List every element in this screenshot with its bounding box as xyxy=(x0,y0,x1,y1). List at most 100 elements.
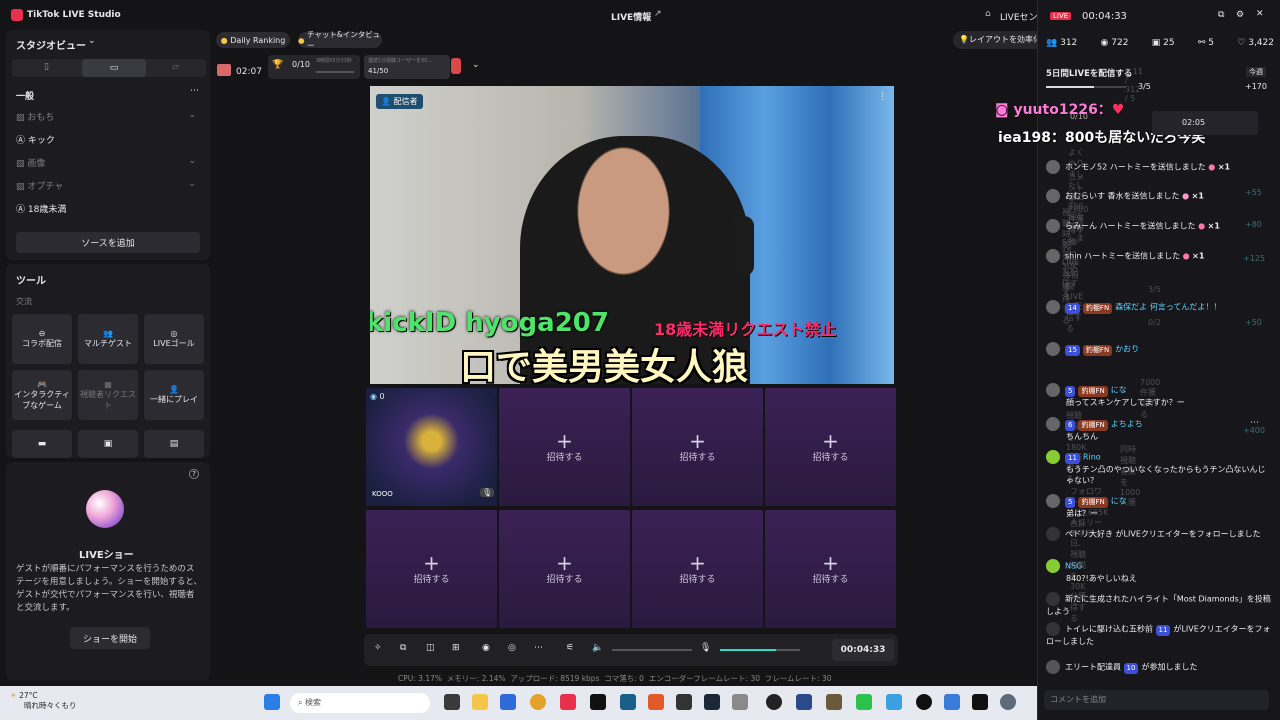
screen-share-icon[interactable]: ⧉ xyxy=(400,643,406,653)
avatar xyxy=(1046,417,1060,431)
taskbar xyxy=(0,686,1037,720)
layout-tip[interactable]: 💡レイアウトを効率化 xyxy=(953,31,1043,49)
play-together-button[interactable]: 👤 一緒にプレイ xyxy=(144,370,204,420)
join-icon xyxy=(1046,660,1060,674)
portrait-icon[interactable]: ▯ xyxy=(44,62,49,72)
invite-slot[interactable]: + 招待する xyxy=(499,510,630,628)
magic-wand-icon[interactable]: ✧ xyxy=(374,643,382,653)
highlight-notice[interactable]: 新たに生成されたハイライト「Most Diamonds」を投稿しよう xyxy=(1046,592,1271,617)
chat-more-icon[interactable]: ⋯ xyxy=(1250,418,1259,428)
invite-slot[interactable]: + 招待する xyxy=(632,388,763,506)
app-icon[interactable] xyxy=(560,694,576,710)
stage-more-icon[interactable]: ⋮ xyxy=(878,92,887,102)
steam-icon[interactable] xyxy=(704,694,720,710)
scene-item[interactable]: Ⓐ キック xyxy=(16,133,196,146)
app-icon[interactable] xyxy=(766,694,782,710)
windows-start-icon[interactable] xyxy=(264,694,280,710)
comment-input[interactable]: コメントを追加 xyxy=(1044,690,1269,710)
minimize-icon[interactable]: ⧉ xyxy=(1218,10,1224,20)
interactive-game-button[interactable]: 🎮 インタラクティブなゲーム xyxy=(12,370,72,420)
invite-slot[interactable]: + 招待する xyxy=(499,388,630,506)
overlay-comment: ◙ yuuto1226：♥ xyxy=(995,102,1125,118)
tool-button[interactable]: ▣ xyxy=(78,430,138,458)
scene-item[interactable]: ▨ オプチャ ⌄ xyxy=(16,179,196,192)
help-icon[interactable]: ? xyxy=(189,469,199,479)
expand-chevron-icon[interactable]: ⌄ xyxy=(472,60,480,70)
app-icon[interactable] xyxy=(972,694,988,710)
tool-button[interactable]: ▬ xyxy=(12,430,72,458)
app-icon[interactable] xyxy=(886,694,902,710)
window-close-icon[interactable]: ✕ xyxy=(1256,9,1264,19)
heart-icon: ♡ xyxy=(1237,38,1246,48)
more-options-icon[interactable]: ⋯ xyxy=(534,643,543,653)
app-icon[interactable] xyxy=(620,694,636,710)
app-icon[interactable] xyxy=(676,694,692,710)
brave-icon[interactable] xyxy=(648,694,664,710)
invite-slot[interactable]: + 招待する xyxy=(632,510,763,628)
viewer-request-button[interactable]: ▦ 視聴者リクエスト xyxy=(78,370,138,420)
tiktok-icon[interactable] xyxy=(590,694,606,710)
invite-slot[interactable]: + 招待する xyxy=(765,510,896,628)
studio-view-title[interactable]: スタジオビュー xyxy=(16,37,86,52)
scene-item[interactable]: ▨ 画像 ⌄ xyxy=(16,156,196,169)
tilt-icon[interactable]: ▱ xyxy=(172,62,179,72)
scene-item[interactable]: ▨ おもち ⌄ xyxy=(16,110,196,123)
share-icon[interactable]: ↗ xyxy=(654,9,662,19)
orientation-switch: ▯ ▭ ▱ xyxy=(12,59,206,77)
landscape-option[interactable]: ▭ xyxy=(82,59,146,77)
goal-widget[interactable]: 🏆 0/10 3時間55分33秒 xyxy=(268,55,360,79)
unreal-icon[interactable] xyxy=(916,694,932,710)
explorer-icon[interactable] xyxy=(472,694,488,710)
app-icon[interactable] xyxy=(944,694,960,710)
mic-volume-icon[interactable]: 🎙 xyxy=(700,643,711,653)
guest-name: KOOO xyxy=(372,490,393,498)
invite-slot[interactable]: + 招待する xyxy=(765,388,896,506)
live-goal-button[interactable]: ◎ LIVEゴール xyxy=(144,314,204,364)
chat-gift-line: おむらいす 香水を送信しました ● ×1 xyxy=(1046,189,1271,203)
plus-icon: + xyxy=(822,550,839,575)
multi-guest-button[interactable]: 👥 マルチゲスト xyxy=(78,314,138,364)
chat-interview-chip[interactable]: ● チャット&インタビュー xyxy=(298,30,382,50)
viewer-goal-widget[interactable]: 連続1分視聴ユーザーを50... 41/50 xyxy=(364,55,450,79)
daily-ranking-chip[interactable]: ● Daily Ranking xyxy=(216,32,290,48)
chevron-down-icon[interactable]: ⌄ xyxy=(88,36,96,46)
tool-button[interactable]: ▤ xyxy=(144,430,204,458)
record-icon[interactable]: ◉ xyxy=(482,643,490,653)
mic-volume-slider[interactable] xyxy=(720,649,800,651)
capture-icon[interactable]: ◎ xyxy=(508,643,516,653)
cpu-usage: CPU: 3.17% xyxy=(398,674,442,683)
more-icon[interactable]: ⋯ xyxy=(190,86,199,96)
weather-widget[interactable]: ☀ 27°C 晴れ時々くもり xyxy=(10,691,77,711)
mic-icon[interactable]: 🎙 xyxy=(480,488,495,497)
goal-subtitle: 3時間55分33秒 xyxy=(316,58,352,64)
speaker-volume-slider[interactable] xyxy=(612,649,692,651)
settings-gear-icon[interactable] xyxy=(1000,694,1016,710)
chrome-icon[interactable] xyxy=(530,694,546,710)
settings-icon[interactable]: ⚙ xyxy=(1236,10,1244,20)
app-icon[interactable] xyxy=(796,694,812,710)
task-reward: +170 xyxy=(1245,82,1267,91)
control-bar: ✧ ⧉ ◫ ⊞ ◉ ◎ ⋯ ⚟ 🔈 🎙 00:04:33 xyxy=(364,634,898,666)
avatar xyxy=(1046,342,1060,356)
collab-button[interactable]: ⊖ コラボ配信 xyxy=(12,314,72,364)
add-source-button[interactable]: ソースを追加 xyxy=(16,232,200,253)
live-info-title[interactable]: LIVE情報 xyxy=(611,10,651,23)
settings-sliders-icon[interactable]: ⚟ xyxy=(566,643,574,653)
app-icon[interactable] xyxy=(732,694,748,710)
avatar xyxy=(1046,300,1060,314)
robot-icon xyxy=(451,58,461,74)
taskbar-search[interactable]: ⌕ 検索 xyxy=(290,693,430,713)
camera-icon[interactable]: ◫ xyxy=(426,643,435,653)
add-scene-icon[interactable]: ⊞ xyxy=(452,643,460,653)
guest-slot-active[interactable]: ◉ 0 KOOO 🎙 xyxy=(366,388,497,506)
invite-slot[interactable]: + 招待する xyxy=(366,510,497,628)
frame-drop: コマ落ち: 0 xyxy=(604,674,644,683)
app-icon[interactable] xyxy=(500,694,516,710)
start-show-button[interactable]: ショーを開始 xyxy=(70,627,150,649)
scene-item[interactable]: Ⓐ 18歳未満 xyxy=(16,202,196,215)
home-icon[interactable]: ⌂ xyxy=(985,9,991,19)
task-view-icon[interactable] xyxy=(444,694,460,710)
line-icon[interactable] xyxy=(856,694,872,710)
speaker-icon[interactable]: 🔈 xyxy=(592,643,603,653)
app-icon[interactable] xyxy=(826,694,842,710)
